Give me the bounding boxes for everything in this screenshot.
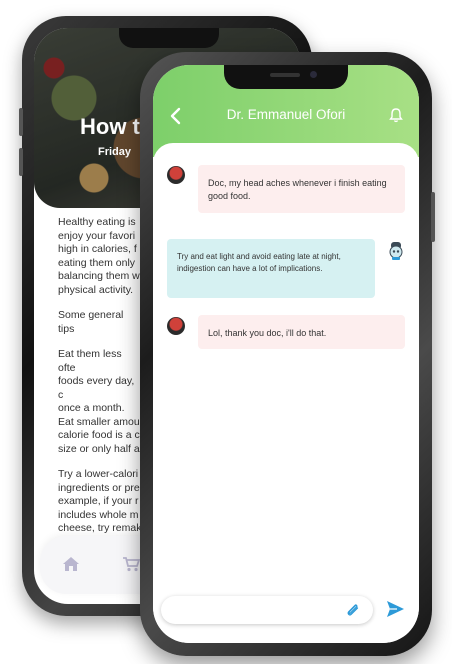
patient-message: Doc, my head aches whenever i finish eat… — [198, 165, 405, 213]
doctor-name: Dr. Emmanuel Ofori — [226, 107, 346, 122]
chat-messages: Doc, my head aches whenever i finish eat… — [153, 143, 419, 643]
volume-button — [19, 148, 23, 176]
article-paragraph: Healthy eating is enjoy your favori high… — [58, 216, 140, 296]
foreground-phone: Dr. Emmanuel Ofori Doc, my head aches wh… — [140, 52, 435, 656]
doctor-message: Try and eat light and avoid eating late … — [167, 239, 375, 298]
article-paragraph: Eat them less ofte foods every day, c on… — [58, 348, 140, 455]
article-body: Healthy eating is enjoy your favori high… — [58, 216, 142, 588]
article-paragraph: Some general tips — [58, 309, 124, 335]
message-input[interactable] — [161, 596, 373, 624]
patient-avatar — [167, 317, 185, 335]
notch — [224, 65, 348, 89]
bell-icon[interactable] — [389, 107, 403, 123]
power-button — [431, 192, 435, 242]
patient-message: Lol, thank you doc, i'll do that. — [198, 315, 405, 349]
notch — [119, 28, 219, 48]
send-icon[interactable] — [385, 599, 405, 619]
cart-icon[interactable] — [122, 556, 140, 572]
doctor-bot-avatar — [389, 242, 403, 260]
paperclip-icon[interactable] — [345, 602, 361, 618]
patient-avatar — [167, 166, 185, 184]
volume-button — [19, 108, 23, 136]
home-icon[interactable] — [62, 556, 80, 572]
article-date: Friday — [98, 146, 132, 158]
chat-screen: Dr. Emmanuel Ofori Doc, my head aches wh… — [153, 65, 419, 643]
